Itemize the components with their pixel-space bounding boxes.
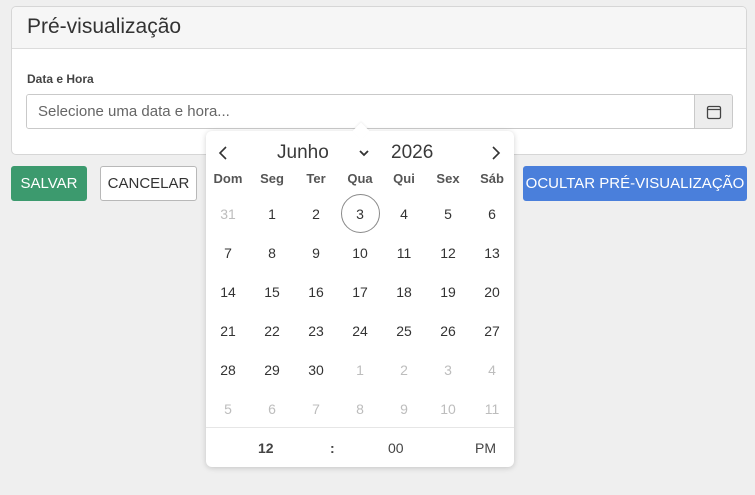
calendar-day[interactable]: 6 xyxy=(253,389,292,428)
save-button[interactable]: SALVAR xyxy=(11,166,87,201)
calendar-day[interactable]: 21 xyxy=(209,311,248,350)
chevron-down-icon xyxy=(359,150,369,157)
hide-preview-button[interactable]: OCULTAR PRÉ-VISUALIZAÇÃO xyxy=(523,166,747,201)
calendar-icon xyxy=(706,105,721,119)
weekday-label: Seg xyxy=(260,171,284,186)
calendar-toggle-button[interactable] xyxy=(694,95,732,128)
calendar-day[interactable]: 24 xyxy=(341,311,380,350)
chevron-right-icon xyxy=(492,146,501,160)
time-picker: 12 : 00 PM xyxy=(206,427,514,467)
calendar-day[interactable]: 27 xyxy=(473,311,512,350)
calendar-day[interactable]: 4 xyxy=(385,194,424,233)
prev-month-button[interactable] xyxy=(211,141,235,165)
datetime-label: Data e Hora xyxy=(27,72,94,86)
month-label: Junho xyxy=(277,142,329,163)
calendar-day[interactable]: 4 xyxy=(473,350,512,389)
calendar-header: Junho 2026 xyxy=(206,141,514,165)
panel-title: Pré-visualização xyxy=(27,15,182,38)
calendar-day[interactable]: 5 xyxy=(209,389,248,428)
calendar-day[interactable]: 26 xyxy=(429,311,468,350)
calendar-day[interactable]: 12 xyxy=(429,233,468,272)
next-month-button[interactable] xyxy=(484,141,508,165)
ampm-toggle[interactable]: PM xyxy=(475,440,496,456)
calendar-day-today[interactable]: 3 xyxy=(340,194,380,233)
chevron-left-icon xyxy=(218,146,227,160)
calendar-day[interactable]: 22 xyxy=(253,311,292,350)
calendar-day[interactable]: 13 xyxy=(473,233,512,272)
calendar-day[interactable]: 1 xyxy=(253,194,292,233)
calendar-day[interactable]: 2 xyxy=(385,350,424,389)
year-input[interactable]: 2026 xyxy=(391,141,433,165)
datetime-picker: Junho 2026 Dom Seg Ter Qua Qui Sex Sáb 3… xyxy=(206,122,514,467)
weekday-row: Dom Seg Ter Qua Qui Sex Sáb xyxy=(206,171,514,186)
calendar-day[interactable]: 31 xyxy=(209,194,248,233)
calendar-day[interactable]: 28 xyxy=(209,350,248,389)
calendar-day[interactable]: 15 xyxy=(253,272,292,311)
calendar-day[interactable]: 14 xyxy=(209,272,248,311)
weekday-label: Ter xyxy=(306,171,326,186)
weekday-label: Qua xyxy=(347,171,373,186)
calendar-day[interactable]: 11 xyxy=(385,233,424,272)
calendar-day[interactable]: 2 xyxy=(297,194,336,233)
calendar-day[interactable]: 29 xyxy=(253,350,292,389)
calendar-day[interactable]: 11 xyxy=(473,389,512,428)
calendar-day[interactable]: 19 xyxy=(429,272,468,311)
weekday-label: Qui xyxy=(393,171,415,186)
calendar-day[interactable]: 6 xyxy=(473,194,512,233)
calendar-day[interactable]: 30 xyxy=(297,350,336,389)
calendar-day[interactable]: 7 xyxy=(297,389,336,428)
weekday-label: Sáb xyxy=(480,171,504,186)
calendar-day[interactable]: 3 xyxy=(429,350,468,389)
calendar-day[interactable]: 23 xyxy=(297,311,336,350)
cancel-button[interactable]: CANCELAR xyxy=(100,166,197,201)
calendar-day[interactable]: 7 xyxy=(209,233,248,272)
calendar-day[interactable]: 16 xyxy=(297,272,336,311)
calendar-day[interactable]: 5 xyxy=(429,194,468,233)
calendar-day[interactable]: 9 xyxy=(297,233,336,272)
calendar-day[interactable]: 10 xyxy=(429,389,468,428)
panel-header: Pré-visualização xyxy=(12,7,746,49)
calendar-day[interactable]: 8 xyxy=(253,233,292,272)
time-separator: : xyxy=(330,439,335,456)
calendar-day[interactable]: 10 xyxy=(341,233,380,272)
calendar-day[interactable]: 17 xyxy=(341,272,380,311)
calendar-day[interactable]: 18 xyxy=(385,272,424,311)
weekday-label: Sex xyxy=(436,171,460,186)
calendar-day[interactable]: 1 xyxy=(341,350,380,389)
calendar-day[interactable]: 20 xyxy=(473,272,512,311)
calendar-day[interactable]: 9 xyxy=(385,389,424,428)
minute-input[interactable]: 00 xyxy=(388,440,404,456)
datetime-input-group xyxy=(26,94,733,129)
month-select[interactable]: Junho xyxy=(277,141,369,165)
hour-input[interactable]: 12 xyxy=(258,440,274,456)
calendar-day[interactable]: 25 xyxy=(385,311,424,350)
day-grid: 31 1 2 3 4 5 6 7 8 9 10 11 12 13 14 15 16 17 18 19 20 21 22 23 2… xyxy=(206,194,514,428)
weekday-label: Dom xyxy=(213,171,243,186)
calendar-day[interactable]: 8 xyxy=(341,389,380,428)
